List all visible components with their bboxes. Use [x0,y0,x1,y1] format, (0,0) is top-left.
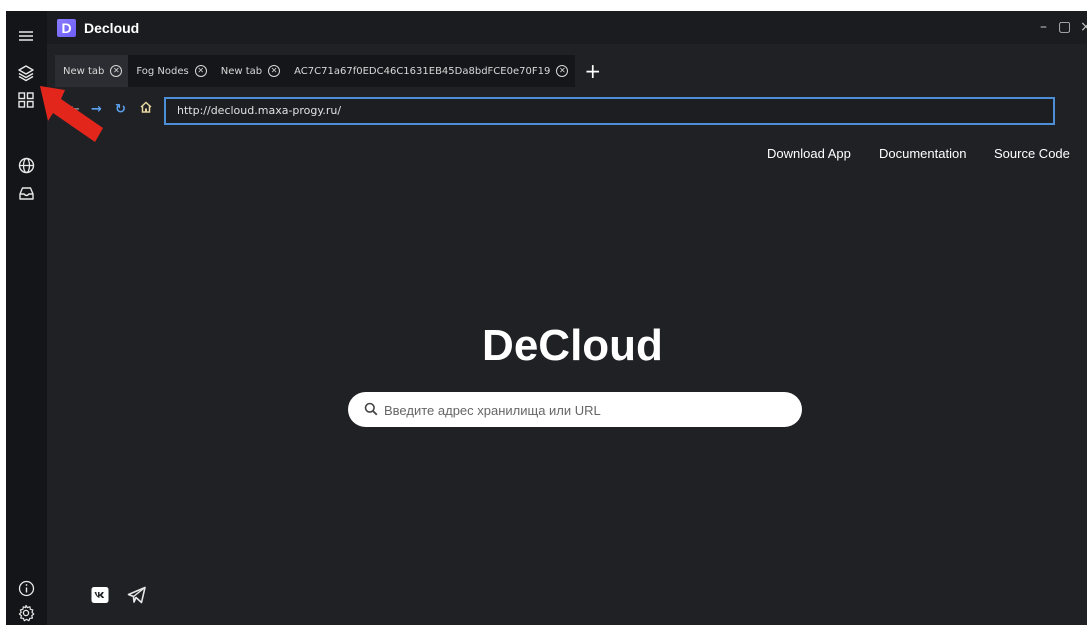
search-input[interactable] [382,392,786,429]
brand-title: DeCloud [482,321,663,370]
url-text: http://decloud.maxa-progy.ru/ [177,104,342,117]
home-icon[interactable] [140,101,152,117]
search-box[interactable] [348,392,802,429]
minimize-button[interactable]: – [1040,19,1047,35]
close-tab-icon[interactable]: ✕ [268,65,281,77]
tab-label: New tab [220,65,263,77]
documentation-link[interactable]: Documentation [879,146,966,161]
close-window-button[interactable]: × [1080,19,1087,35]
tab-label: AC7C71a67f0EDC46C1631EB45Da8bdFCE0e70F19 [294,65,551,77]
url-bar[interactable]: http://decloud.maxa-progy.ru/ [164,97,1055,125]
maximize-button[interactable]: ▢ [1058,19,1071,35]
settings-icon[interactable] [16,603,36,623]
globe-icon[interactable] [16,155,36,175]
tab[interactable]: Fog Nodes ✕ [128,55,212,87]
search-icon [364,402,378,421]
app-window: D Decloud – ▢ × New tab ✕ Fog Nodes ✕ Ne… [47,11,1087,625]
close-tab-icon[interactable]: ✕ [556,65,569,77]
tab[interactable]: AC7C71a67f0EDC46C1631EB45Da8bdFCE0e70F19… [286,55,574,87]
annotation-arrow-icon [40,86,103,142]
tab-strip: New tab ✕ Fog Nodes ✕ New tab ✕ AC7C71a6… [55,55,601,87]
tab[interactable]: New tab ✕ [213,55,286,87]
download-app-link[interactable]: Download App [767,146,851,161]
info-icon[interactable] [16,578,36,598]
telegram-icon[interactable] [127,586,147,609]
inbox-icon[interactable] [16,183,36,203]
title-bar: D Decloud – ▢ × [47,11,1087,44]
new-tab-button[interactable]: + [584,61,601,81]
reload-icon[interactable]: ↻ [115,102,126,117]
close-tab-icon[interactable]: ✕ [194,65,207,77]
vk-icon[interactable] [91,586,109,609]
tab-label: Fog Nodes [136,65,189,77]
source-code-link[interactable]: Source Code [994,146,1070,161]
close-tab-icon[interactable]: ✕ [110,65,123,77]
